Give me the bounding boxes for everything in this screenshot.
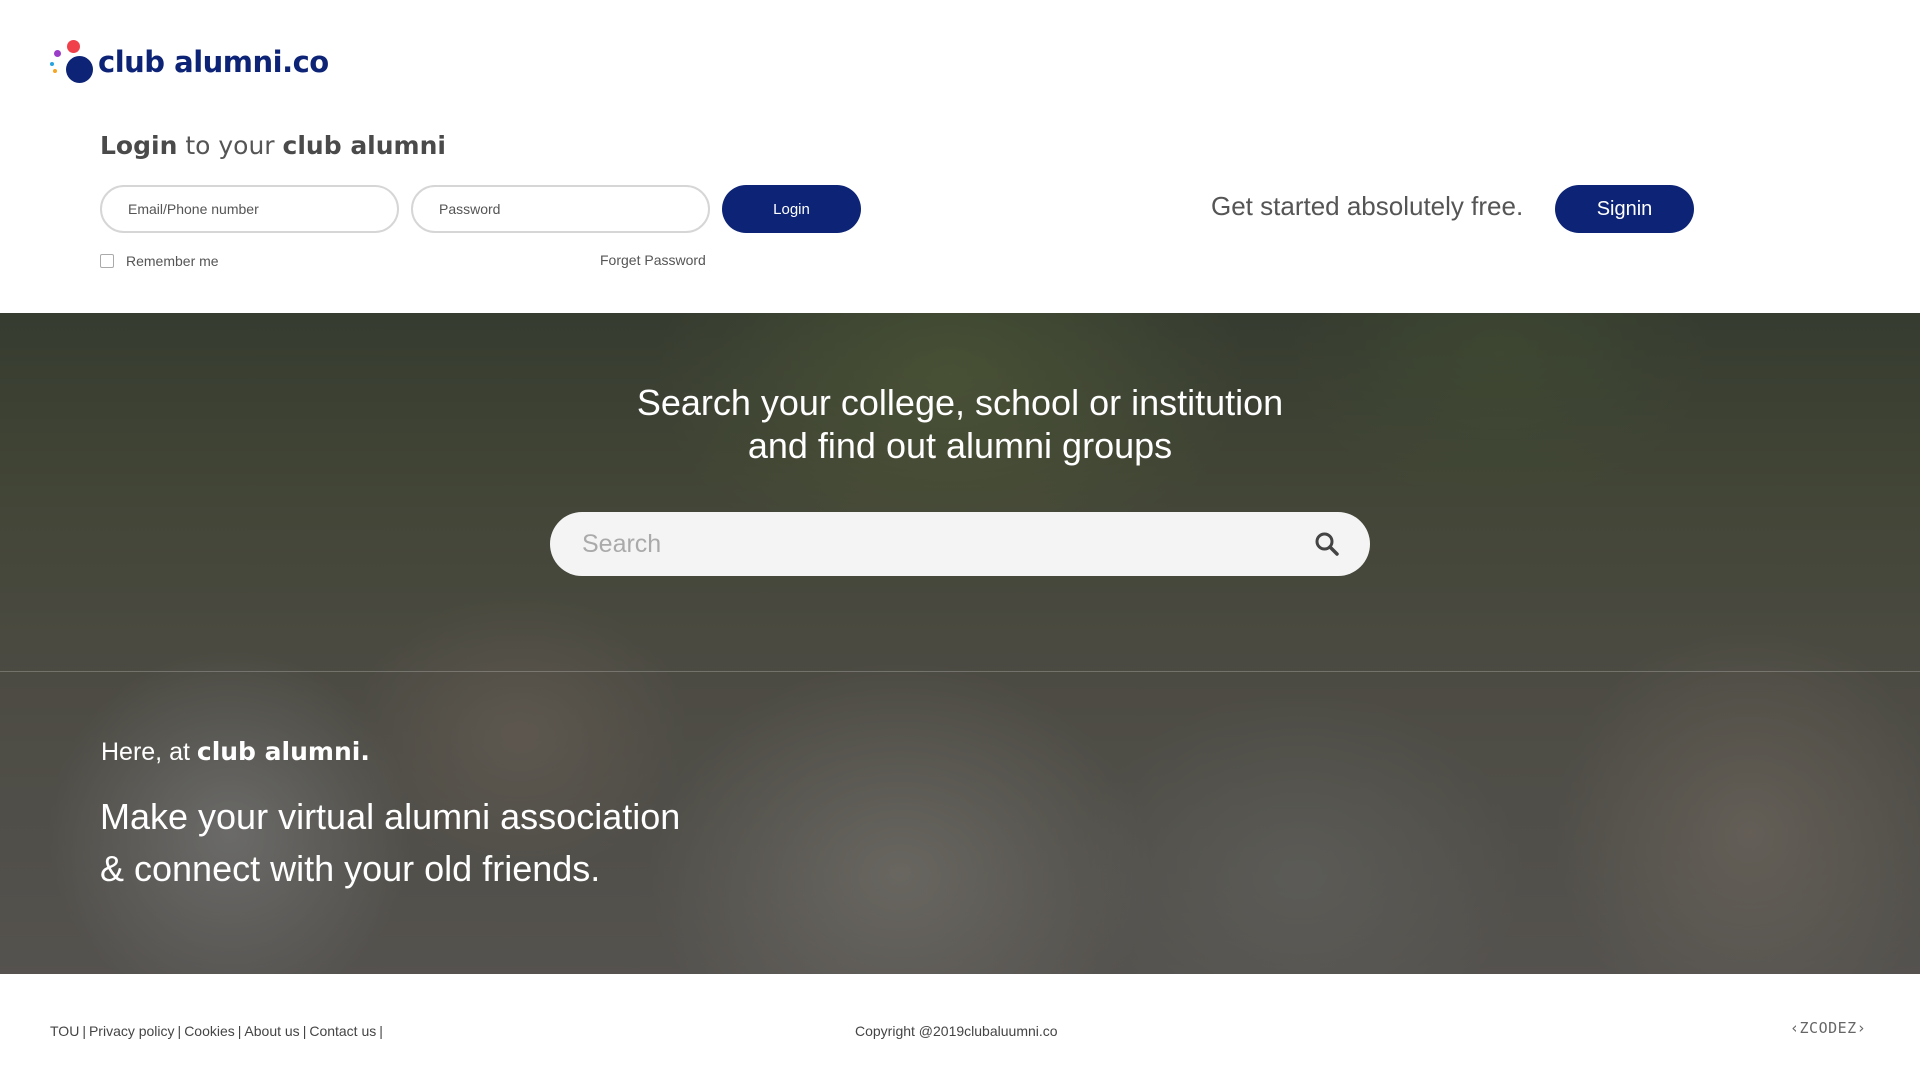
copyright-text: Copyright @2019clubaluumni.co [855, 1023, 1058, 1039]
tagline-line1: Make your virtual alumni association [100, 796, 681, 837]
hero-divider [0, 671, 1920, 672]
search-bar [550, 512, 1370, 576]
logo-text: club alumni.co [98, 45, 329, 79]
tagline-brand: club alumni. [196, 737, 370, 766]
forget-password-link[interactable]: Forget Password [600, 252, 706, 268]
footer-link-privacy[interactable]: Privacy policy [89, 1023, 175, 1039]
tagline-prefix: Here, at [101, 738, 197, 766]
email-field[interactable] [100, 185, 399, 233]
logo-icon [48, 38, 93, 86]
tagline-line2: & connect with your old friends. [100, 848, 601, 889]
footer-link-contact[interactable]: Contact us [309, 1023, 376, 1039]
tagline-intro: Here, at club alumni. [101, 737, 370, 767]
login-heading-strong: Login [100, 131, 178, 160]
remember-me-label: Remember me [126, 253, 219, 269]
search-input[interactable] [550, 512, 1290, 576]
footer-links: TOU | Privacy policy | Cookies | About us | … [50, 1023, 383, 1039]
login-heading-mid: to your [177, 131, 283, 160]
search-icon[interactable] [1314, 531, 1340, 557]
get-started-text: Get started absolutely free. [1211, 191, 1524, 221]
footer-link-tou[interactable]: TOU [50, 1023, 79, 1039]
checkbox-icon[interactable] [100, 254, 114, 268]
password-field[interactable] [411, 185, 710, 233]
hero-title-line2: and find out alumni groups [747, 425, 1173, 466]
login-heading-brand: club alumni [282, 131, 446, 160]
hero-title: Search your college, school or instituti… [0, 381, 1920, 467]
site-logo[interactable]: club alumni.co [48, 38, 329, 86]
login-button[interactable]: Login [722, 185, 861, 233]
footer-link-cookies[interactable]: Cookies [184, 1023, 235, 1039]
signin-button[interactable]: Signin [1555, 185, 1694, 233]
hero-banner: Search your college, school or instituti… [0, 313, 1920, 974]
tagline-main: Make your virtual alumni association & c… [100, 791, 680, 895]
login-heading: Login to your club alumni [100, 131, 446, 160]
remember-me[interactable]: Remember me [100, 253, 219, 269]
hero-title-line1: Search your college, school or instituti… [636, 382, 1284, 423]
developer-logo: ‹ZCODEZ› [1790, 1019, 1867, 1037]
footer-link-about[interactable]: About us [244, 1023, 299, 1039]
